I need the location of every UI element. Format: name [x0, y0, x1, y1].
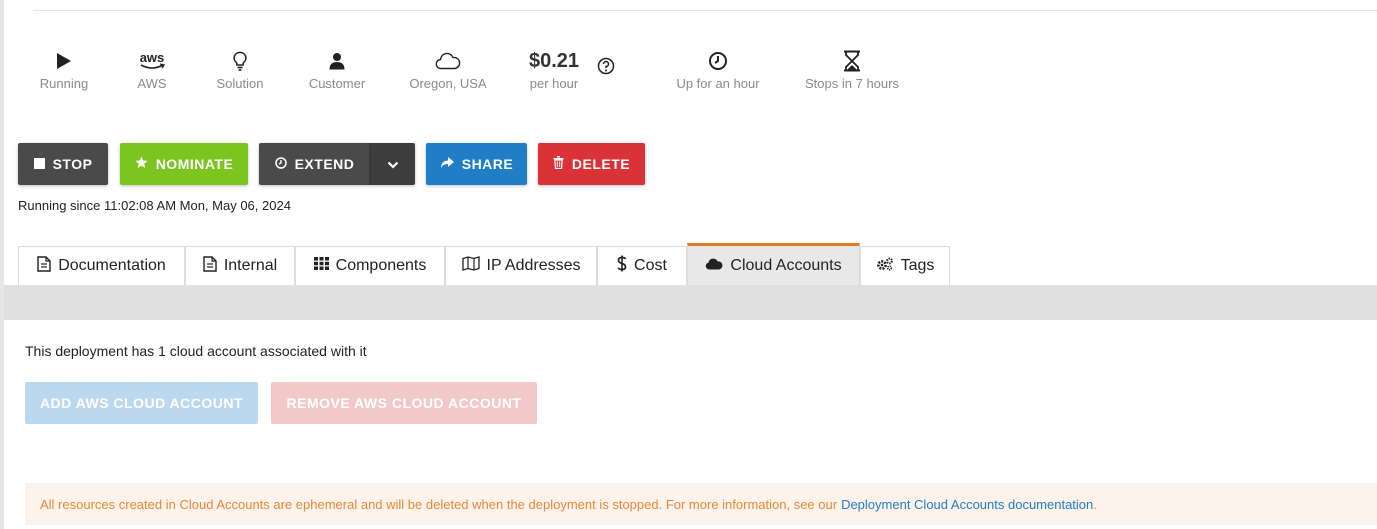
extend-button-label: EXTEND	[294, 156, 355, 172]
tab-label: Tags	[900, 257, 935, 274]
svg-text:aws: aws	[140, 50, 165, 65]
lightbulb-icon	[233, 48, 247, 74]
aws-logo-icon: aws	[136, 48, 168, 74]
grid-icon	[313, 257, 329, 275]
gears-icon	[876, 257, 894, 276]
stop-square-icon	[33, 156, 45, 172]
status-provider: aws AWS	[127, 48, 177, 91]
tab-panel-header	[4, 285, 1377, 320]
notice-text: All resources created in Cloud Accounts …	[40, 496, 838, 512]
extend-options-button[interactable]	[370, 143, 415, 185]
question-circle-icon[interactable]	[597, 57, 615, 80]
trash-icon	[553, 156, 564, 172]
document-icon	[203, 255, 217, 277]
chevron-down-icon	[387, 156, 399, 172]
add-aws-cloud-account-button[interactable]: ADD AWS CLOUD ACCOUNT	[25, 382, 258, 424]
star-icon	[135, 156, 148, 172]
status-region-label: Oregon, USA	[409, 76, 487, 91]
map-icon	[461, 256, 480, 276]
tab-label: Documentation	[58, 257, 166, 274]
tab-label: Cloud Accounts	[730, 256, 842, 274]
price-value: $0.21	[528, 50, 580, 72]
ephemeral-notice: All resources created in Cloud Accounts …	[25, 483, 1377, 525]
status-stops-in-label: Stops in 7 hours	[805, 76, 899, 91]
share-arrow-icon	[440, 156, 454, 172]
tab-label: Cost	[634, 257, 667, 274]
left-rule	[0, 0, 4, 529]
tab-ip-addresses[interactable]: IP Addresses	[445, 246, 597, 285]
delete-button-label: DELETE	[571, 156, 631, 172]
document-icon	[37, 255, 51, 277]
stop-button[interactable]: STOP	[18, 143, 108, 185]
status-price: $0.21 per hour	[522, 48, 586, 91]
delete-button[interactable]: DELETE	[538, 143, 645, 185]
status-stops-in: Stops in 7 hours	[799, 48, 905, 91]
cloud-outline-icon	[435, 48, 461, 74]
top-divider	[33, 10, 1377, 11]
price-unit: per hour	[529, 76, 579, 91]
status-running-label: Running	[39, 76, 89, 91]
clock-icon	[708, 48, 728, 74]
status-uptime: Up for an hour	[670, 48, 766, 91]
tab-tags[interactable]: Tags	[860, 246, 950, 285]
nominate-button-label: NOMINATE	[155, 156, 234, 172]
share-button-label: SHARE	[461, 156, 514, 172]
status-region: Oregon, USA	[406, 48, 490, 91]
play-icon	[56, 48, 72, 74]
tab-cost[interactable]: Cost	[597, 246, 687, 285]
hourglass-icon	[843, 48, 861, 74]
remove-aws-cloud-account-button[interactable]: REMOVE AWS CLOUD ACCOUNT	[271, 382, 537, 424]
status-uptime-label: Up for an hour	[676, 76, 760, 91]
cloud-accounts-summary: This deployment has 1 cloud account asso…	[25, 343, 367, 359]
status-provider-label: AWS	[137, 76, 167, 91]
status-type-label: Solution	[216, 76, 264, 91]
tab-components[interactable]: Components	[295, 246, 445, 285]
status-running: Running	[36, 48, 92, 91]
cloud-icon	[705, 257, 723, 275]
tab-documentation[interactable]: Documentation	[18, 246, 185, 285]
extend-button[interactable]: EXTEND	[259, 143, 370, 185]
notice-end: .	[1093, 496, 1097, 512]
dollar-icon	[617, 255, 627, 277]
status-type: Solution	[212, 48, 268, 91]
user-icon	[329, 48, 345, 74]
status-audience: Customer	[304, 48, 370, 91]
running-since-text: Running since 11:02:08 AM Mon, May 06, 2…	[18, 198, 291, 213]
nominate-button[interactable]: NOMINATE	[120, 143, 248, 185]
tab-label: Components	[335, 257, 427, 274]
tab-label: IP Addresses	[486, 257, 581, 274]
cloud-accounts-docs-link[interactable]: Deployment Cloud Accounts documentation	[841, 497, 1093, 512]
status-audience-label: Customer	[308, 76, 366, 91]
stop-button-label: STOP	[52, 156, 93, 172]
tab-cloud-accounts[interactable]: Cloud Accounts	[687, 243, 860, 285]
extend-clock-icon	[274, 156, 287, 172]
share-button[interactable]: SHARE	[426, 143, 527, 185]
tab-label: Internal	[223, 257, 278, 274]
tab-internal[interactable]: Internal	[185, 246, 295, 285]
